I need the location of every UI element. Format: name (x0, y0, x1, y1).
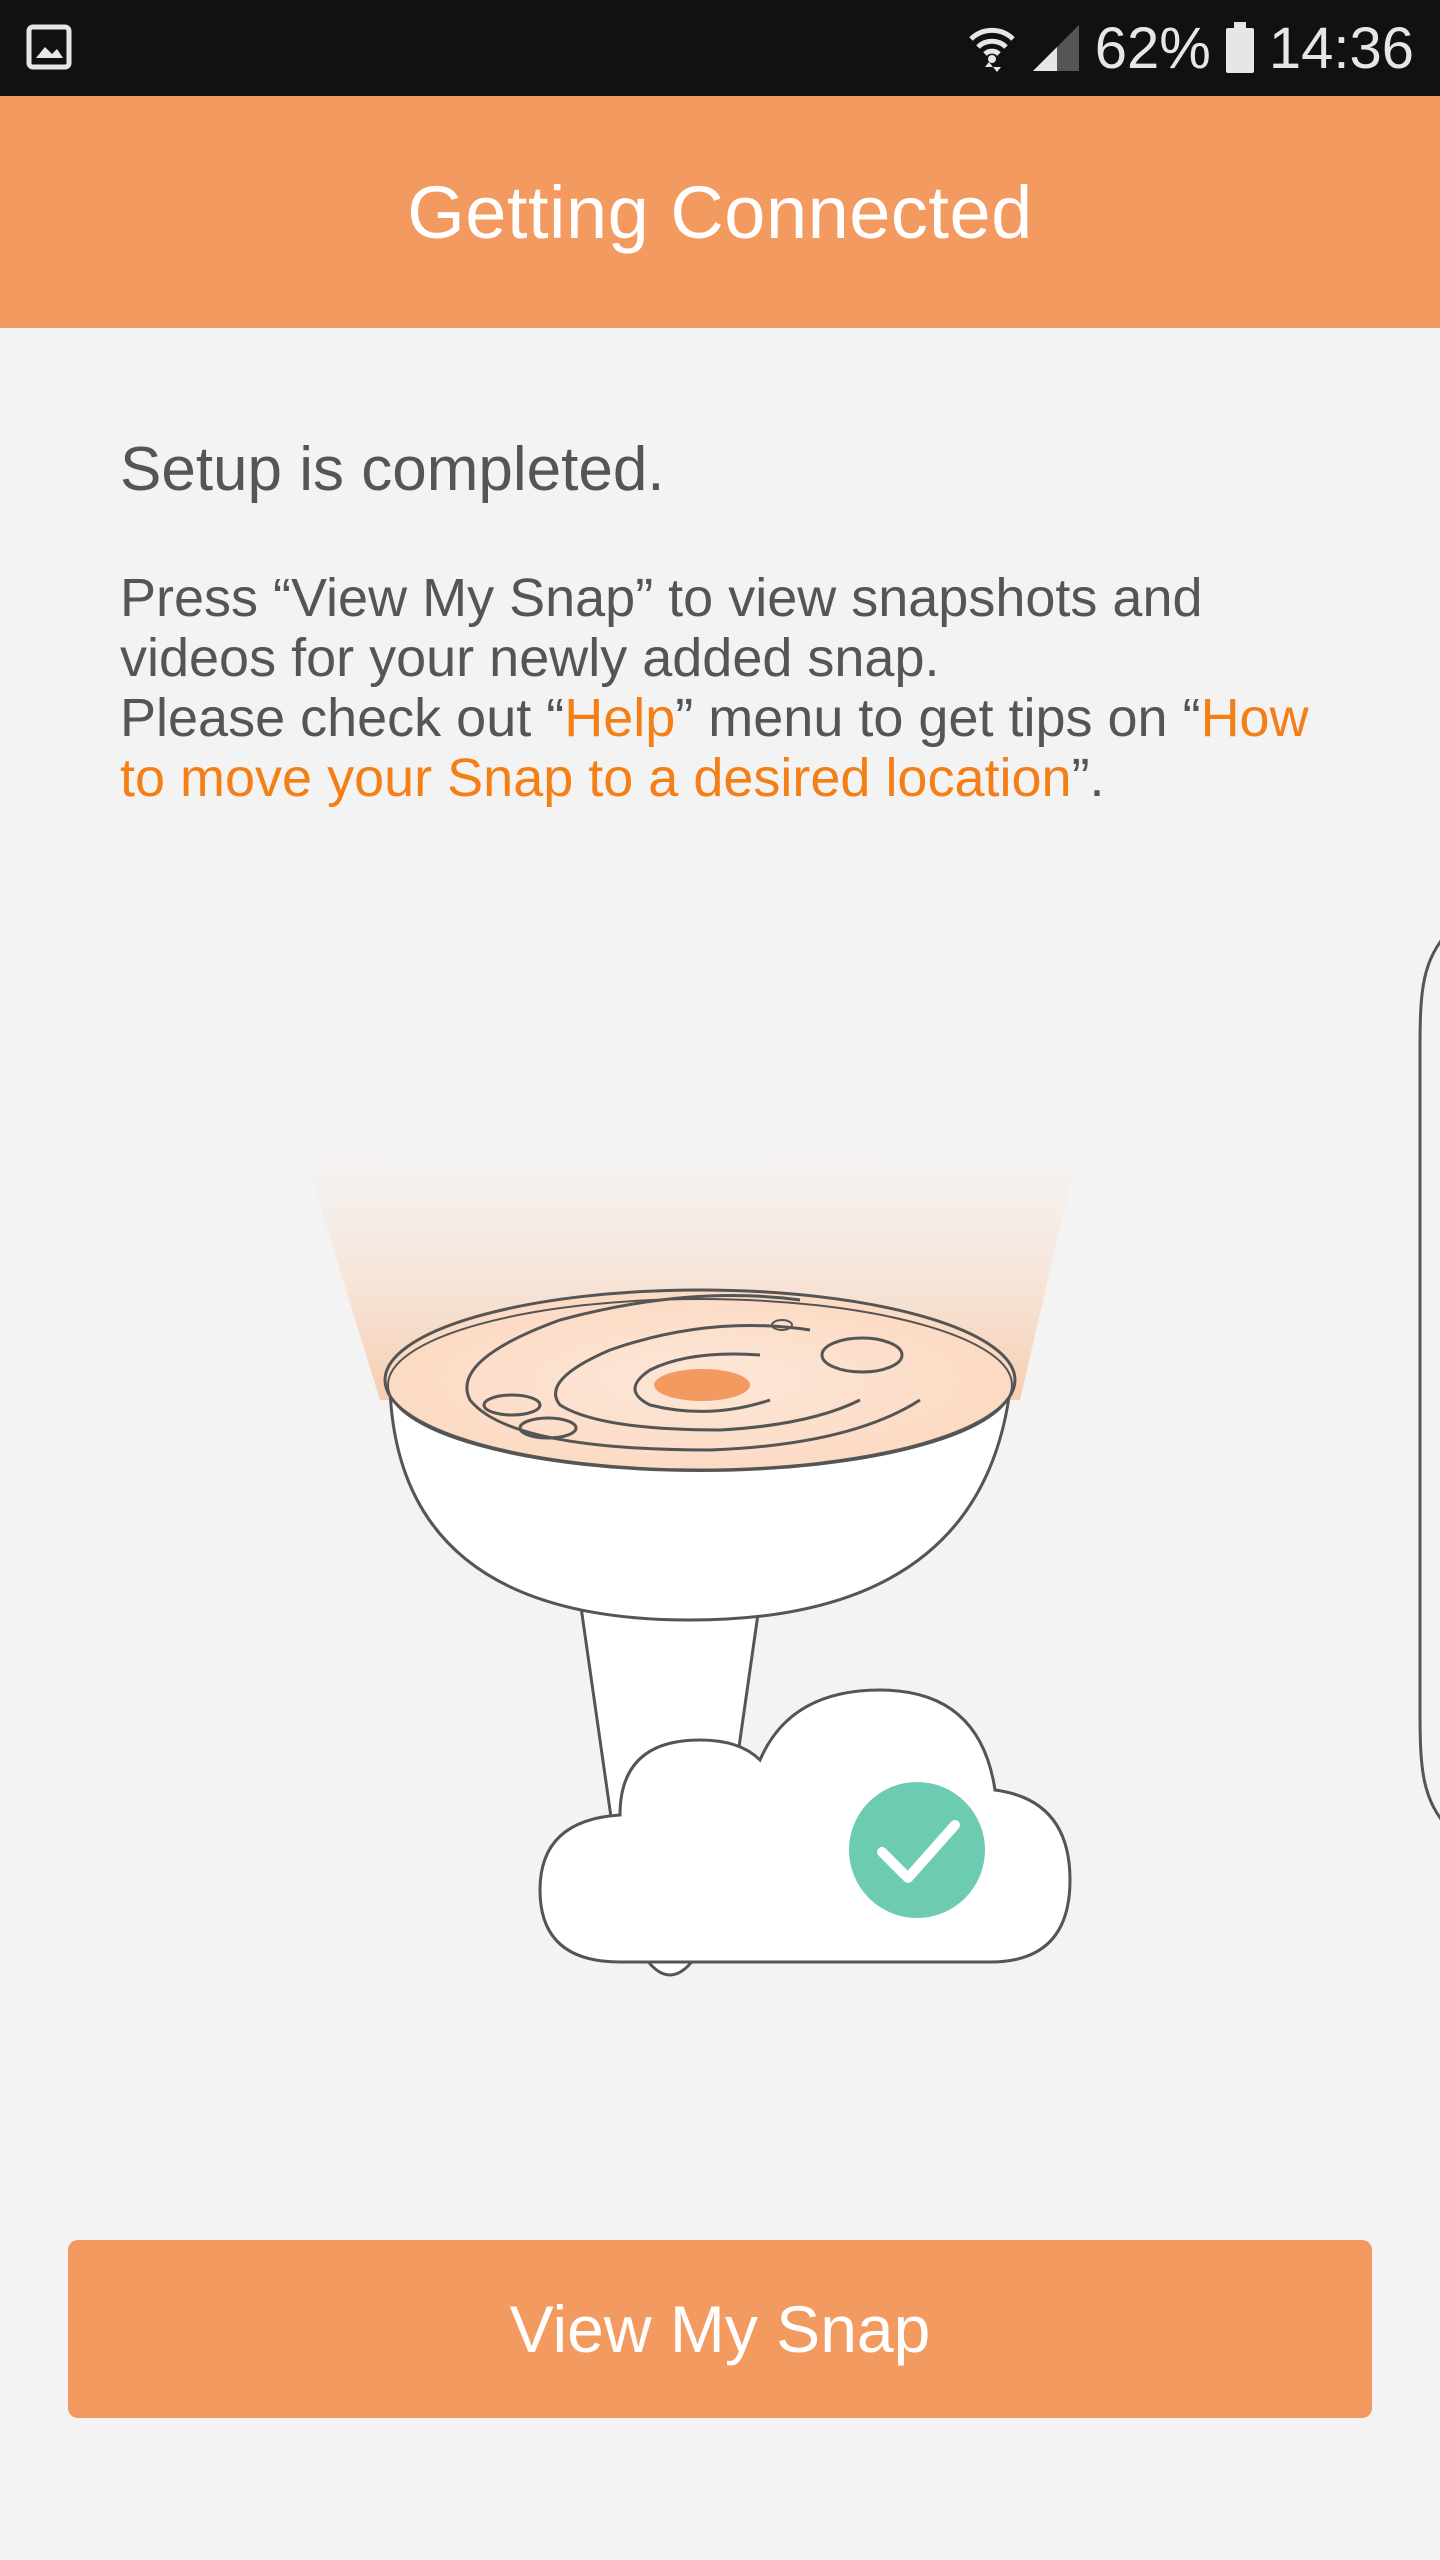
wifi-icon (969, 27, 1015, 72)
battery-percent: 62% (1094, 15, 1211, 81)
view-my-snap-button[interactable]: View My Snap (68, 2240, 1372, 2418)
setup-heading: Setup is completed. (120, 435, 665, 504)
clock: 14:36 (1268, 15, 1414, 81)
signal-icon (1032, 25, 1079, 71)
instructions-middle: ” menu to get tips on “ (675, 688, 1201, 748)
instructions-line-1: Press “View My Snap” to view snapshots a… (120, 568, 1203, 688)
page-title: Getting Connected (407, 170, 1033, 254)
app-bar: Getting Connected (0, 96, 1440, 328)
snap-illustration (300, 1140, 1080, 1977)
instructions-prefix: Please check out “ (120, 688, 565, 748)
edge-panel-handle[interactable] (1412, 930, 1440, 1830)
battery-icon (1225, 22, 1254, 73)
success-badge (849, 1782, 985, 1918)
instructions-suffix: ”. (1071, 748, 1105, 808)
instructions-text: Press “View My Snap” to view snapshots a… (120, 568, 1340, 808)
setup-message: Setup is completed. Press “View My Snap”… (120, 430, 1340, 808)
gallery-icon (26, 24, 72, 70)
help-link[interactable]: Help (564, 688, 675, 748)
status-bar: 62% 14:36 (0, 0, 1440, 96)
status-indicators: 62% 14:36 (967, 0, 1414, 96)
